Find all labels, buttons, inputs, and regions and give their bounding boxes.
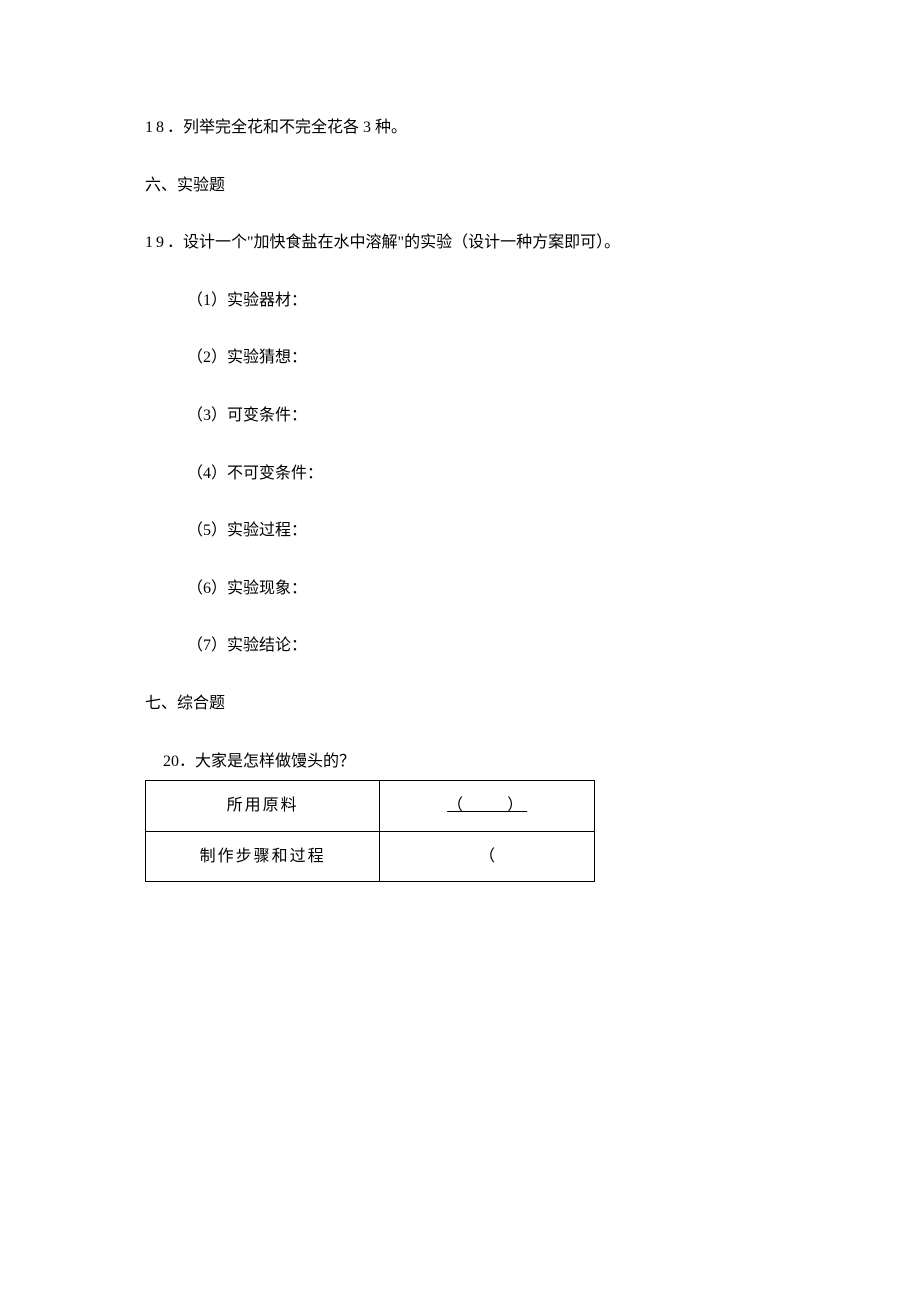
- open-parenthesis: （: [479, 848, 495, 865]
- table-row: 制作步骤和过程 （: [146, 831, 595, 882]
- q19-item-7: （7）实验结论：: [145, 633, 775, 659]
- table-cell-label-2: 制作步骤和过程: [146, 831, 380, 882]
- q20-table: 所用原料 （ ） 制作步骤和过程 （: [145, 780, 595, 882]
- q19-number: 19: [145, 234, 167, 251]
- section-6-heading: 六、实验题: [145, 173, 775, 199]
- question-20-title: 20．大家是怎样做馒头的？: [145, 749, 775, 775]
- q19-text: ．设计一个"加快食盐在水中溶解"的实验（设计一种方案即可）。: [167, 234, 620, 251]
- table-cell-blank-1[interactable]: （ ）: [380, 781, 595, 832]
- q19-item-2: （2）实验猜想：: [145, 345, 775, 371]
- question-19: 19．设计一个"加快食盐在水中溶解"的实验（设计一种方案即可）。: [145, 230, 775, 256]
- q19-item-4: （4）不可变条件：: [145, 461, 775, 487]
- section-7-heading: 七、综合题: [145, 691, 775, 717]
- q19-item-5: （5）实验过程：: [145, 518, 775, 544]
- table-cell-blank-2[interactable]: （: [380, 831, 595, 882]
- table-cell-label-1: 所用原料: [146, 781, 380, 832]
- question-18: 18．列举完全花和不完全花各 3 种。: [145, 115, 775, 141]
- q18-text: ．列举完全花和不完全花各 3 种。: [167, 119, 407, 136]
- q19-item-6: （6）实验现象：: [145, 576, 775, 602]
- q19-item-3: （3）可变条件：: [145, 403, 775, 429]
- table-row: 所用原料 （ ）: [146, 781, 595, 832]
- q19-item-1: （1）实验器材：: [145, 288, 775, 314]
- blank-parentheses: （ ）: [447, 797, 527, 814]
- q18-number: 18: [145, 119, 167, 136]
